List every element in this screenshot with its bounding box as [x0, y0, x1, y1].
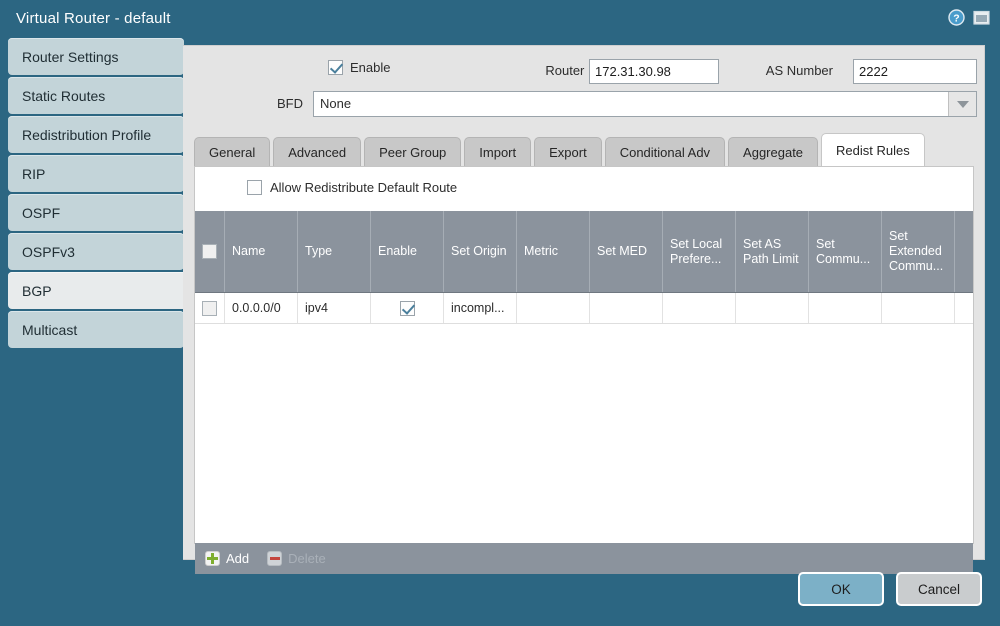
bfd-selected-value: None	[320, 96, 352, 111]
cell-enable[interactable]	[371, 293, 444, 323]
column-header-set-commu[interactable]: Set Commu...	[809, 211, 882, 292]
select-all-checkbox[interactable]	[202, 244, 217, 259]
cancel-button[interactable]: Cancel	[896, 572, 982, 606]
tab-conditional-adv[interactable]: Conditional Adv	[604, 137, 726, 167]
sidebar-item-rip[interactable]: RIP	[8, 155, 184, 192]
window-titlebar: Virtual Router - default ?	[0, 0, 1000, 38]
sidebar-item-label: Multicast	[22, 321, 78, 338]
sidebar-item-label: OSPFv3	[22, 243, 75, 260]
enable-checkbox-wrap[interactable]: Enable	[328, 60, 390, 75]
sidebar-item-label: Router Settings	[22, 48, 119, 65]
plus-icon	[205, 551, 220, 566]
column-header-set-local-prefere[interactable]: Set Local Prefere...	[663, 211, 736, 292]
grid-header-row: Name Type Enable Set Origin Metric Set MED Set…	[195, 211, 973, 293]
sidebar-item-label: Static Routes	[22, 87, 106, 104]
sidebar-item-label: OSPF	[22, 204, 61, 221]
as-number-label: AS Number	[765, 63, 833, 78]
svg-text:?: ?	[953, 12, 959, 24]
column-header-name[interactable]: Name	[225, 211, 298, 292]
add-button-label: Add	[226, 551, 250, 566]
allow-redistribute-default-route-checkbox[interactable]	[247, 180, 262, 195]
cell-type: ipv4	[298, 293, 371, 323]
window-title: Virtual Router - default	[16, 10, 171, 27]
sidebar-item-ospf[interactable]: OSPF	[8, 194, 184, 231]
row-enable-checkbox[interactable]	[399, 300, 415, 316]
cell-metric	[517, 293, 590, 323]
table-row[interactable]: 0.0.0.0/0 ipv4 incompl...	[195, 293, 973, 324]
row-select-cell[interactable]	[195, 293, 225, 323]
content-panel: Enable Router ID AS Number BFD None Gene…	[183, 45, 985, 574]
column-header-set-as-path-limit[interactable]: Set AS Path Limit	[736, 211, 809, 292]
grid-toolbar: Add Delete	[195, 543, 973, 574]
column-header-set-extended-commu[interactable]: Set Extended Commu...	[882, 211, 955, 292]
sidebar-item-label: BGP	[22, 282, 52, 299]
titlebar-actions: ?	[948, 9, 990, 29]
cell-set-extended-community	[882, 293, 955, 323]
column-header-set-origin[interactable]: Set Origin	[444, 211, 517, 292]
allow-redistribute-default-route-label: Allow Redistribute Default Route	[270, 180, 458, 195]
enable-label: Enable	[350, 60, 391, 75]
tab-export[interactable]: Export	[534, 137, 602, 167]
column-header-set-med[interactable]: Set MED	[590, 211, 663, 292]
sidebar-item-bgp[interactable]: BGP	[8, 272, 192, 309]
router-id-input[interactable]	[589, 59, 719, 84]
restore-window-icon[interactable]	[973, 9, 990, 29]
row-select-checkbox[interactable]	[202, 300, 217, 316]
bfd-row: BFD None	[183, 91, 985, 118]
minus-icon	[267, 551, 283, 566]
sidebar-item-static-routes[interactable]: Static Routes	[8, 77, 184, 114]
redist-rules-grid: Name Type Enable Set Origin Metric Set MED Set…	[195, 211, 973, 543]
delete-button-label: Delete	[288, 551, 326, 566]
cell-set-local-preference	[663, 293, 736, 323]
grid-body: 0.0.0.0/0 ipv4 incompl...	[195, 293, 973, 324]
bfd-label: BFD	[277, 96, 303, 111]
column-header-type[interactable]: Type	[298, 211, 371, 292]
dialog-footer: OK Cancel	[798, 572, 982, 606]
as-number-input[interactable]	[853, 59, 977, 84]
cell-set-med	[590, 293, 663, 323]
sidebar-item-label: RIP	[22, 165, 46, 182]
sidebar-item-label: Redistribution Profile	[22, 126, 152, 143]
bfd-dropdown[interactable]: None	[313, 91, 977, 117]
tab-aggregate[interactable]: Aggregate	[728, 137, 819, 167]
tab-general[interactable]: General	[194, 137, 271, 167]
tab-redist-rules[interactable]: Redist Rules	[821, 133, 925, 167]
sidebar-item-ospfv3[interactable]: OSPFv3	[8, 233, 184, 270]
sidebar-item-multicast[interactable]: Multicast	[8, 311, 184, 348]
allow-redistribute-default-route-wrap[interactable]: Allow Redistribute Default Route	[247, 180, 457, 195]
sidebar: Router Settings Static Routes Redistributi…	[0, 38, 192, 626]
column-header-metric[interactable]: Metric	[517, 211, 590, 292]
select-all-header-cell[interactable]	[195, 211, 225, 292]
tab-import[interactable]: Import	[464, 137, 532, 167]
delete-button[interactable]: Delete	[267, 551, 326, 566]
ok-button[interactable]: OK	[798, 572, 884, 606]
tab-advanced[interactable]: Advanced	[273, 137, 362, 167]
help-circle-icon[interactable]: ?	[948, 9, 965, 29]
chevron-down-icon[interactable]	[948, 92, 976, 116]
add-button[interactable]: Add	[205, 551, 249, 566]
redist-rules-tab-panel: Allow Redistribute Default Route Name Typ…	[194, 166, 974, 574]
cell-set-origin: incompl...	[444, 293, 517, 323]
column-header-enable[interactable]: Enable	[371, 211, 444, 292]
tabstrip: General Advanced Peer Group Import Export Con…	[194, 133, 925, 167]
router-settings-row: Enable Router ID AS Number	[183, 58, 985, 84]
cell-set-as-path-limit	[736, 293, 809, 323]
tab-peer-group[interactable]: Peer Group	[364, 137, 462, 167]
sidebar-item-redistribution-profile[interactable]: Redistribution Profile	[8, 116, 184, 153]
cell-set-community	[809, 293, 882, 323]
cell-name: 0.0.0.0/0	[225, 293, 298, 323]
enable-checkbox[interactable]	[328, 60, 343, 75]
sidebar-item-router-settings[interactable]: Router Settings	[8, 38, 184, 75]
